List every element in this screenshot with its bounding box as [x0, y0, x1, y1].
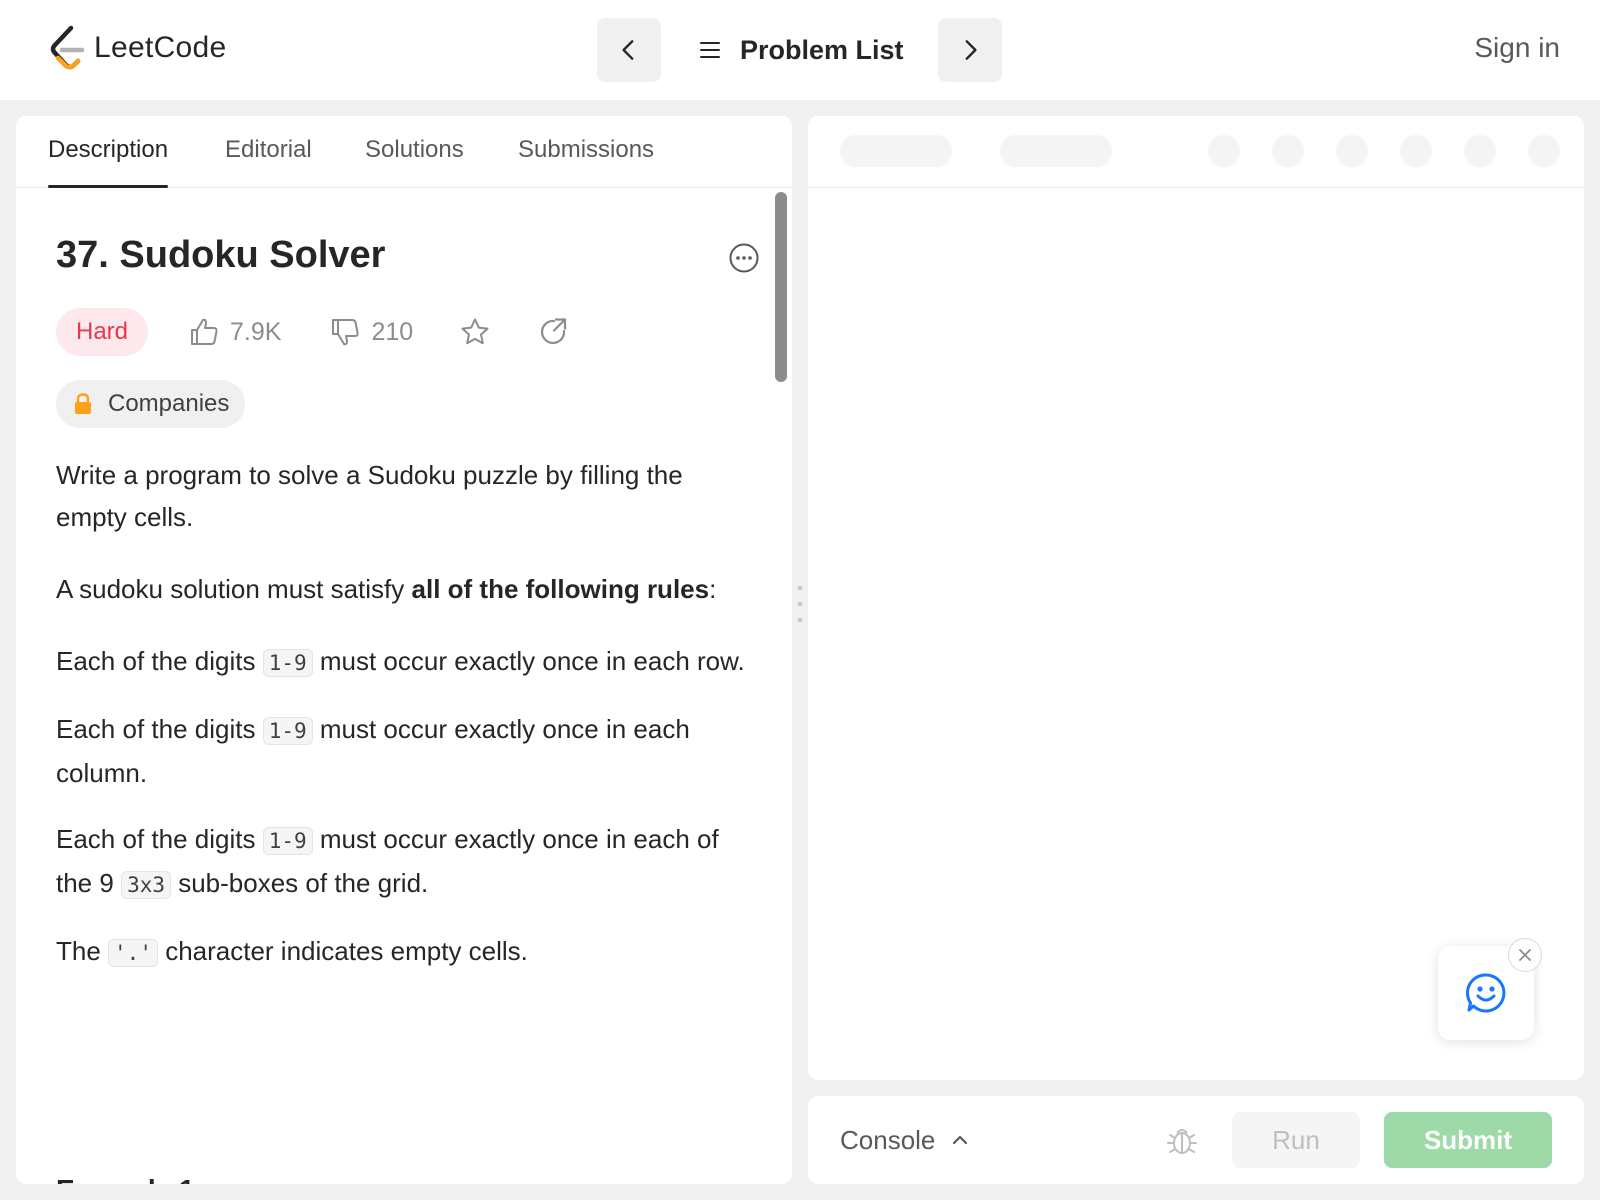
tab-submissions[interactable]: Submissions — [518, 136, 654, 188]
list-icon — [700, 42, 720, 58]
rule-text: Each of the digits — [56, 646, 263, 676]
inline-code: 3x3 — [121, 871, 171, 899]
logo[interactable]: LeetCode — [46, 24, 227, 72]
run-button[interactable]: Run — [1232, 1112, 1360, 1168]
submit-button[interactable]: Submit — [1384, 1112, 1552, 1168]
editor-toolbar-skeleton — [808, 116, 1584, 188]
inline-code: 1-9 — [262, 649, 313, 677]
handle-dot — [798, 586, 802, 590]
tab-description[interactable]: Description — [48, 136, 169, 188]
share-icon — [541, 318, 567, 345]
intro-paragraph: Write a program to solve a Sudoku puzzle… — [56, 460, 683, 532]
problem-list-label: Problem List — [740, 34, 904, 65]
inline-code: '.' — [108, 939, 158, 967]
chat-smile-icon — [1465, 973, 1506, 1013]
tab-bar: Description Editorial Solutions Submissi… — [16, 116, 792, 188]
rule-text: Each of the digits — [56, 714, 263, 744]
skeleton-icon — [1208, 135, 1240, 167]
bug-icon[interactable] — [1164, 1122, 1200, 1158]
note-text: The — [56, 936, 109, 966]
rules-suffix: : — [709, 574, 717, 604]
skeleton-icon — [1400, 135, 1432, 167]
description-scrollbar[interactable] — [775, 192, 787, 382]
next-problem-button[interactable] — [938, 18, 1002, 82]
companies-label: Companies — [108, 390, 230, 417]
handle-dot — [798, 618, 802, 622]
companies-button[interactable]: Companies — [56, 380, 246, 428]
close-icon — [1519, 949, 1531, 961]
inline-code: 1-9 — [262, 827, 313, 855]
rule-row: Each of the digits 1-9 must occur exactl… — [56, 640, 746, 684]
rule-text: Each of the digits — [56, 824, 263, 854]
logo-text: LeetCode — [94, 31, 227, 64]
description-panel: Description Editorial Solutions Submissi… — [16, 116, 792, 1184]
example-heading: Example 1: — [56, 1174, 204, 1184]
console-toggle-button[interactable]: Console — [840, 1122, 971, 1158]
more-options-icon[interactable] — [728, 242, 760, 274]
like-count: 7.9K — [230, 317, 282, 346]
prev-problem-button[interactable] — [597, 18, 661, 82]
lock-icon — [75, 393, 91, 414]
rule-column: Each of the digits 1-9 must occur exactl… — [56, 708, 746, 794]
thumbs-down-icon — [332, 319, 360, 346]
empty-cell-note: The '.' character indicates empty cells. — [56, 930, 746, 974]
star-icon — [461, 318, 489, 345]
rule-text: sub-boxes of the grid. — [171, 868, 429, 898]
console-label: Console — [840, 1124, 936, 1155]
chevron-up-icon — [953, 1135, 968, 1145]
dislike-count: 210 — [371, 317, 414, 346]
console-bar: Console Run Submit — [808, 1096, 1584, 1184]
top-navbar: LeetCode Problem List Sign in — [0, 0, 1600, 100]
note-text: character indicates empty cells. — [157, 936, 528, 966]
inline-code: 1-9 — [262, 717, 313, 745]
thumbs-up-icon — [191, 318, 218, 345]
code-editor-panel — [808, 116, 1584, 1080]
chat-close-button[interactable] — [1508, 938, 1542, 972]
share-button[interactable] — [537, 316, 569, 348]
difficulty-badge: Hard — [56, 308, 149, 356]
handle-dot — [798, 602, 802, 606]
rule-subbox: Each of the digits 1-9 must occur exactl… — [56, 818, 746, 906]
like-button[interactable]: 7.9K — [188, 316, 281, 348]
skeleton-icon — [1464, 135, 1496, 167]
problem-description: Write a program to solve a Sudoku puzzle… — [56, 454, 746, 998]
skeleton-icon — [1336, 135, 1368, 167]
problem-meta-row: Hard 7.9K 210 — [56, 308, 569, 356]
rules-bold: all of the following rules — [411, 574, 710, 604]
favorite-button[interactable] — [459, 316, 491, 348]
chevron-left-icon — [622, 40, 634, 60]
dislike-button[interactable]: 210 — [329, 316, 413, 348]
page-title: 37. Sudoku Solver — [56, 234, 386, 276]
skeleton-language-selector — [840, 135, 952, 167]
tab-editorial[interactable]: Editorial — [225, 136, 312, 188]
problem-list-button[interactable]: Problem List — [698, 28, 904, 72]
skeleton-icon — [1528, 135, 1560, 167]
rules-prefix: A sudoku solution must satisfy — [56, 574, 412, 604]
sign-in-link[interactable]: Sign in — [1474, 32, 1560, 64]
skeleton-mode-selector — [1000, 135, 1112, 167]
rule-text: must occur exactly once in each row. — [312, 646, 745, 676]
rules-paragraph: A sudoku solution must satisfy all of th… — [56, 568, 746, 610]
tab-solutions[interactable]: Solutions — [365, 136, 464, 188]
leetcode-logo-icon — [50, 25, 85, 70]
panel-resize-handle[interactable] — [798, 586, 802, 622]
skeleton-icon — [1272, 135, 1304, 167]
chevron-right-icon — [965, 40, 977, 60]
